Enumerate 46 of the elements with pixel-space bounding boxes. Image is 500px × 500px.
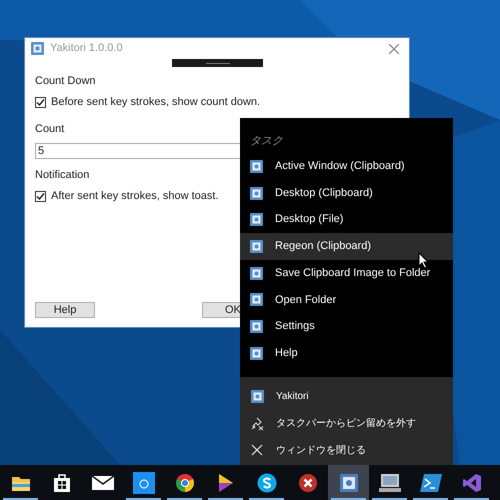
close-icon[interactable] xyxy=(389,44,399,54)
close-icon xyxy=(250,444,264,456)
shopping-bag-icon xyxy=(52,472,70,492)
app-icon xyxy=(31,42,44,55)
app-icon xyxy=(250,320,263,333)
app-icon xyxy=(250,390,264,404)
jump-list-item[interactable]: Desktop (Clipboard) xyxy=(240,180,453,206)
skype-icon xyxy=(256,472,276,492)
taskbar-button[interactable] xyxy=(328,465,369,500)
checkbox-label: Before sent key strokes, show count down. xyxy=(51,94,260,110)
app-icon xyxy=(250,240,263,253)
section-label: Notification xyxy=(35,168,90,183)
checkbox[interactable] xyxy=(35,96,46,108)
jump-list-item[interactable]: Save Clipboard Image to Folder xyxy=(240,260,453,286)
help-button[interactable]: Help xyxy=(35,302,95,318)
browser-icon xyxy=(174,472,194,492)
computer-icon xyxy=(378,472,402,492)
section-label: Count xyxy=(35,122,66,137)
section-label: Count Down xyxy=(35,74,97,89)
app-icon xyxy=(250,346,263,360)
envelope-icon xyxy=(92,476,114,490)
app-icon xyxy=(250,160,263,173)
jump-list-item[interactable]: Desktop (File) xyxy=(240,206,453,234)
app-icon xyxy=(250,266,263,280)
visual-studio-icon xyxy=(462,472,482,492)
checkbox-label: After sent key strokes, show toast. xyxy=(51,188,219,204)
window-title: Yakitori 1.0.0.0 xyxy=(50,41,123,56)
jump-list-item[interactable]: Regeon (Clipboard) xyxy=(240,233,453,260)
app-icon xyxy=(250,186,263,200)
app-icon xyxy=(250,213,263,226)
pointer-icon xyxy=(418,252,430,269)
jump-list-item[interactable]: ウィンドウを閉じる xyxy=(240,436,453,464)
unpin-icon xyxy=(250,416,264,431)
drag-handle[interactable] xyxy=(172,59,263,67)
jump-list-item[interactable]: Settings xyxy=(240,313,453,340)
jump-list-item[interactable]: Open Folder xyxy=(240,286,453,314)
triangle-icon xyxy=(218,472,234,492)
app-icon xyxy=(340,474,358,492)
checkbox[interactable] xyxy=(35,190,46,202)
jump-list-item[interactable]: Yakitori xyxy=(240,384,453,410)
jump-list-item[interactable]: Help xyxy=(240,340,453,366)
app-icon xyxy=(250,293,263,306)
error-icon xyxy=(298,472,318,492)
app-icon xyxy=(132,472,154,494)
jump-list-item[interactable]: タスクバーからピン留めを外す xyxy=(240,410,453,437)
terminal-icon xyxy=(420,472,442,492)
